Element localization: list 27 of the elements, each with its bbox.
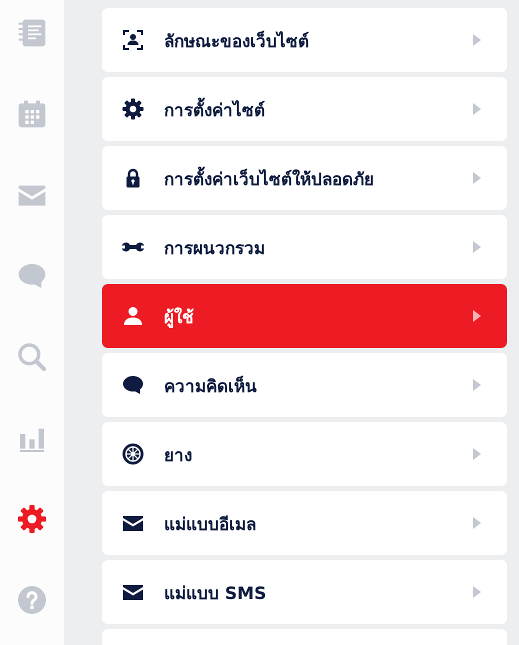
menu-item-label: ลักษณะของเว็บไซต์ xyxy=(164,30,310,54)
chevron-right-icon xyxy=(473,172,481,184)
menu-item[interactable]: การตั้งค่าไซต์ xyxy=(102,77,507,141)
menu-item-label: แม่แบบอีเมล xyxy=(164,514,257,536)
menu-item[interactable]: การผนวกรวม xyxy=(102,215,507,279)
chevron-right-icon xyxy=(473,310,481,322)
menu-item-label: ยาง xyxy=(164,444,193,468)
chevron-right-icon xyxy=(473,517,481,529)
chevron-right-icon xyxy=(473,241,481,253)
menu-item-label: แม่แบบ SMS xyxy=(164,582,268,606)
chevron-right-icon xyxy=(473,34,481,46)
menu-item[interactable]: ผู้ใช้ xyxy=(102,284,507,348)
menu-item-label: การตั้งค่าเว็บไซต์ให้ปลอดภัย xyxy=(164,164,457,192)
menu-item[interactable]: ลักษณะของเว็บไซต์ xyxy=(102,8,507,72)
chevron-right-icon xyxy=(473,448,481,460)
menu-item[interactable]: แม่แบบ SMS xyxy=(102,560,507,624)
chevron-right-icon xyxy=(473,379,481,391)
menu-item-label: การผนวกรวม xyxy=(164,238,266,260)
menu-item-label: ผู้ใช้ xyxy=(164,306,195,330)
menu-item[interactable]: ความคิดเห็น xyxy=(102,353,507,417)
menu-item[interactable]: การตั้งค่าเว็บไซต์ให้ปลอดภัย xyxy=(102,146,507,210)
menu-item-label: การตั้งค่าไซต์ xyxy=(164,96,457,122)
chevron-right-icon xyxy=(473,103,481,115)
menu-item-label: ความคิดเห็น xyxy=(164,374,258,398)
menu-item[interactable]: แม่แบบอีเมล xyxy=(102,491,507,555)
chevron-right-icon xyxy=(473,586,481,598)
menu-item[interactable]: ยาง xyxy=(102,422,507,486)
